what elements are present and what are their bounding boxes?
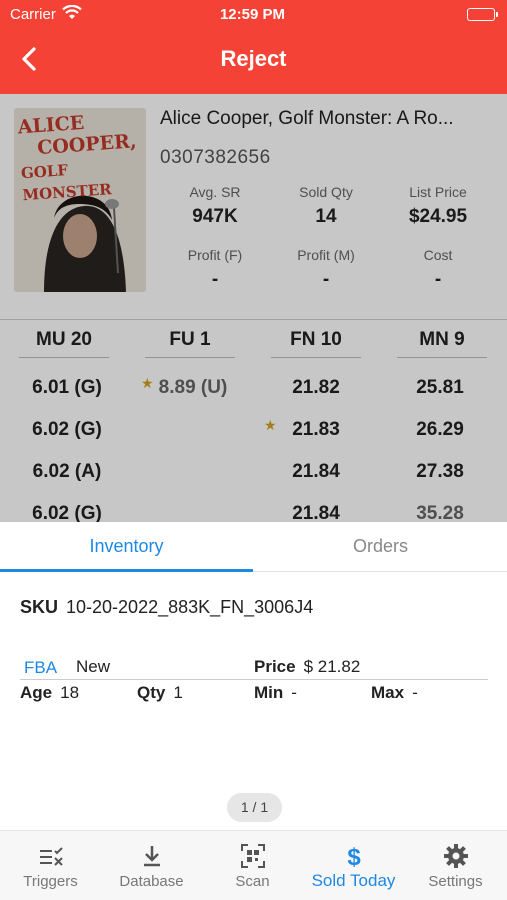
min-field: Min - xyxy=(254,683,297,703)
book-cover-image: ALICE COOPER, GOLF MONSTER xyxy=(14,108,146,292)
stat-list-price: List Price $24.95 xyxy=(383,184,493,228)
gear-icon xyxy=(444,844,468,868)
inventory-sheet: Inventory Orders SKU 10-20-2022_883K_FN_3… xyxy=(0,522,507,830)
offer-cell: 35.28 xyxy=(416,503,464,524)
stat-profit-f: Profit (F) - xyxy=(160,247,270,291)
condition-label: New xyxy=(76,657,111,676)
max-value: - xyxy=(412,683,418,702)
offer-cell: 8.89 (U) xyxy=(158,377,228,398)
price-row: Price $ 21.82 xyxy=(254,657,360,677)
svg-text:$: $ xyxy=(347,844,361,869)
product-details: ALICE COOPER, GOLF MONSTER Alice Cooper,… xyxy=(0,94,507,524)
tab-triggers[interactable]: Triggers xyxy=(0,831,101,900)
divider xyxy=(20,679,488,680)
min-label: Min xyxy=(254,683,284,702)
offer-cell: 6.02 (G) xyxy=(32,419,102,440)
tab-label: Sold Today xyxy=(311,871,396,890)
tab-label: Settings xyxy=(428,873,483,890)
qty-label: Qty xyxy=(137,683,166,702)
stat-value: 14 xyxy=(315,206,337,227)
stat-value: - xyxy=(434,269,442,290)
status-bar: Carrier 12:59 PM xyxy=(10,5,498,24)
sku-value: 10-20-2022_883K_FN_3006J4 xyxy=(66,597,314,617)
tab-label: Scan xyxy=(235,873,270,890)
price-value: $ 21.82 xyxy=(303,657,361,676)
tab-orders[interactable]: Orders xyxy=(254,522,507,572)
bottom-tab-bar: Triggers Database Scan $ Sold Today Sett… xyxy=(0,830,507,900)
offer-column-header[interactable]: FN 10 xyxy=(271,329,361,358)
fba-link[interactable]: FBA xyxy=(24,658,57,678)
tab-database[interactable]: Database xyxy=(101,831,202,900)
stat-profit-m: Profit (M) - xyxy=(271,247,381,291)
offer-cell: 21.84 xyxy=(292,461,340,482)
page-indicator: 1 / 1 xyxy=(227,793,282,822)
offer-column-header[interactable]: FU 1 xyxy=(145,329,235,358)
stat-cost: Cost - xyxy=(383,247,493,291)
offer-cell: 26.29 xyxy=(416,419,464,440)
qr-scan-icon xyxy=(241,844,265,868)
stat-label: Cost xyxy=(423,247,453,263)
offer-cell: 27.38 xyxy=(416,461,464,482)
age-field: Age 18 xyxy=(20,683,79,703)
offer-cell: 6.01 (G) xyxy=(32,377,102,398)
stat-label: Profit (M) xyxy=(297,247,355,263)
dollar-icon: $ xyxy=(347,844,361,869)
sku-row: SKU 10-20-2022_883K_FN_3006J4 xyxy=(20,597,313,618)
sheet-tabs: Inventory Orders xyxy=(0,522,507,572)
stat-value: - xyxy=(322,269,330,290)
offer-cell: 21.82 xyxy=(292,377,340,398)
qty-field: Qty 1 xyxy=(137,683,183,703)
stat-sold-qty: Sold Qty 14 xyxy=(271,184,381,228)
tab-label: Triggers xyxy=(23,873,78,890)
qty-value: 1 xyxy=(173,683,183,702)
offer-cell: 21.84 xyxy=(292,503,340,524)
offer-cell: 25.81 xyxy=(416,377,464,398)
max-label: Max xyxy=(371,683,405,702)
stat-avg-sr: Avg. SR 947K xyxy=(160,184,270,228)
clock: 12:59 PM xyxy=(219,6,286,23)
offer-column-header[interactable]: MN 9 xyxy=(397,329,487,358)
age-label: Age xyxy=(20,683,53,702)
product-title: Alice Cooper, Golf Monster: A Ro... xyxy=(160,108,454,129)
tab-inventory[interactable]: Inventory xyxy=(0,522,253,572)
cover-text-line: GOLF MONSTER xyxy=(20,161,113,205)
min-value: - xyxy=(291,683,297,702)
nav-header: Carrier 12:59 PM Reject xyxy=(0,0,507,94)
stat-label: List Price xyxy=(409,184,467,200)
download-icon xyxy=(144,846,160,867)
triggers-icon xyxy=(40,847,63,866)
tab-settings[interactable]: Settings xyxy=(405,831,506,900)
offer-column-header[interactable]: MU 20 xyxy=(19,329,109,358)
max-field: Max - xyxy=(371,683,418,703)
battery-icon xyxy=(467,8,498,21)
tab-sold-today[interactable]: $ Sold Today xyxy=(303,831,404,900)
stat-label: Profit (F) xyxy=(187,247,243,263)
price-label: Price xyxy=(254,657,296,676)
offer-cell: 6.02 (A) xyxy=(32,461,102,482)
offer-cell: 6.02 (G) xyxy=(32,503,102,524)
sku-label: SKU xyxy=(20,597,59,617)
product-isbn: 0307382656 xyxy=(160,147,271,168)
tab-scan[interactable]: Scan xyxy=(202,831,303,900)
stat-label: Avg. SR xyxy=(189,184,241,200)
stat-value: 947K xyxy=(192,206,238,227)
age-value: 18 xyxy=(60,683,80,702)
stat-value: $24.95 xyxy=(408,206,468,227)
tab-label: Database xyxy=(119,873,184,890)
stat-label: Sold Qty xyxy=(299,184,353,200)
divider xyxy=(0,319,507,320)
page-title: Reject xyxy=(220,46,287,71)
offer-cell: 21.83 xyxy=(292,419,340,440)
stat-value: - xyxy=(211,269,219,290)
